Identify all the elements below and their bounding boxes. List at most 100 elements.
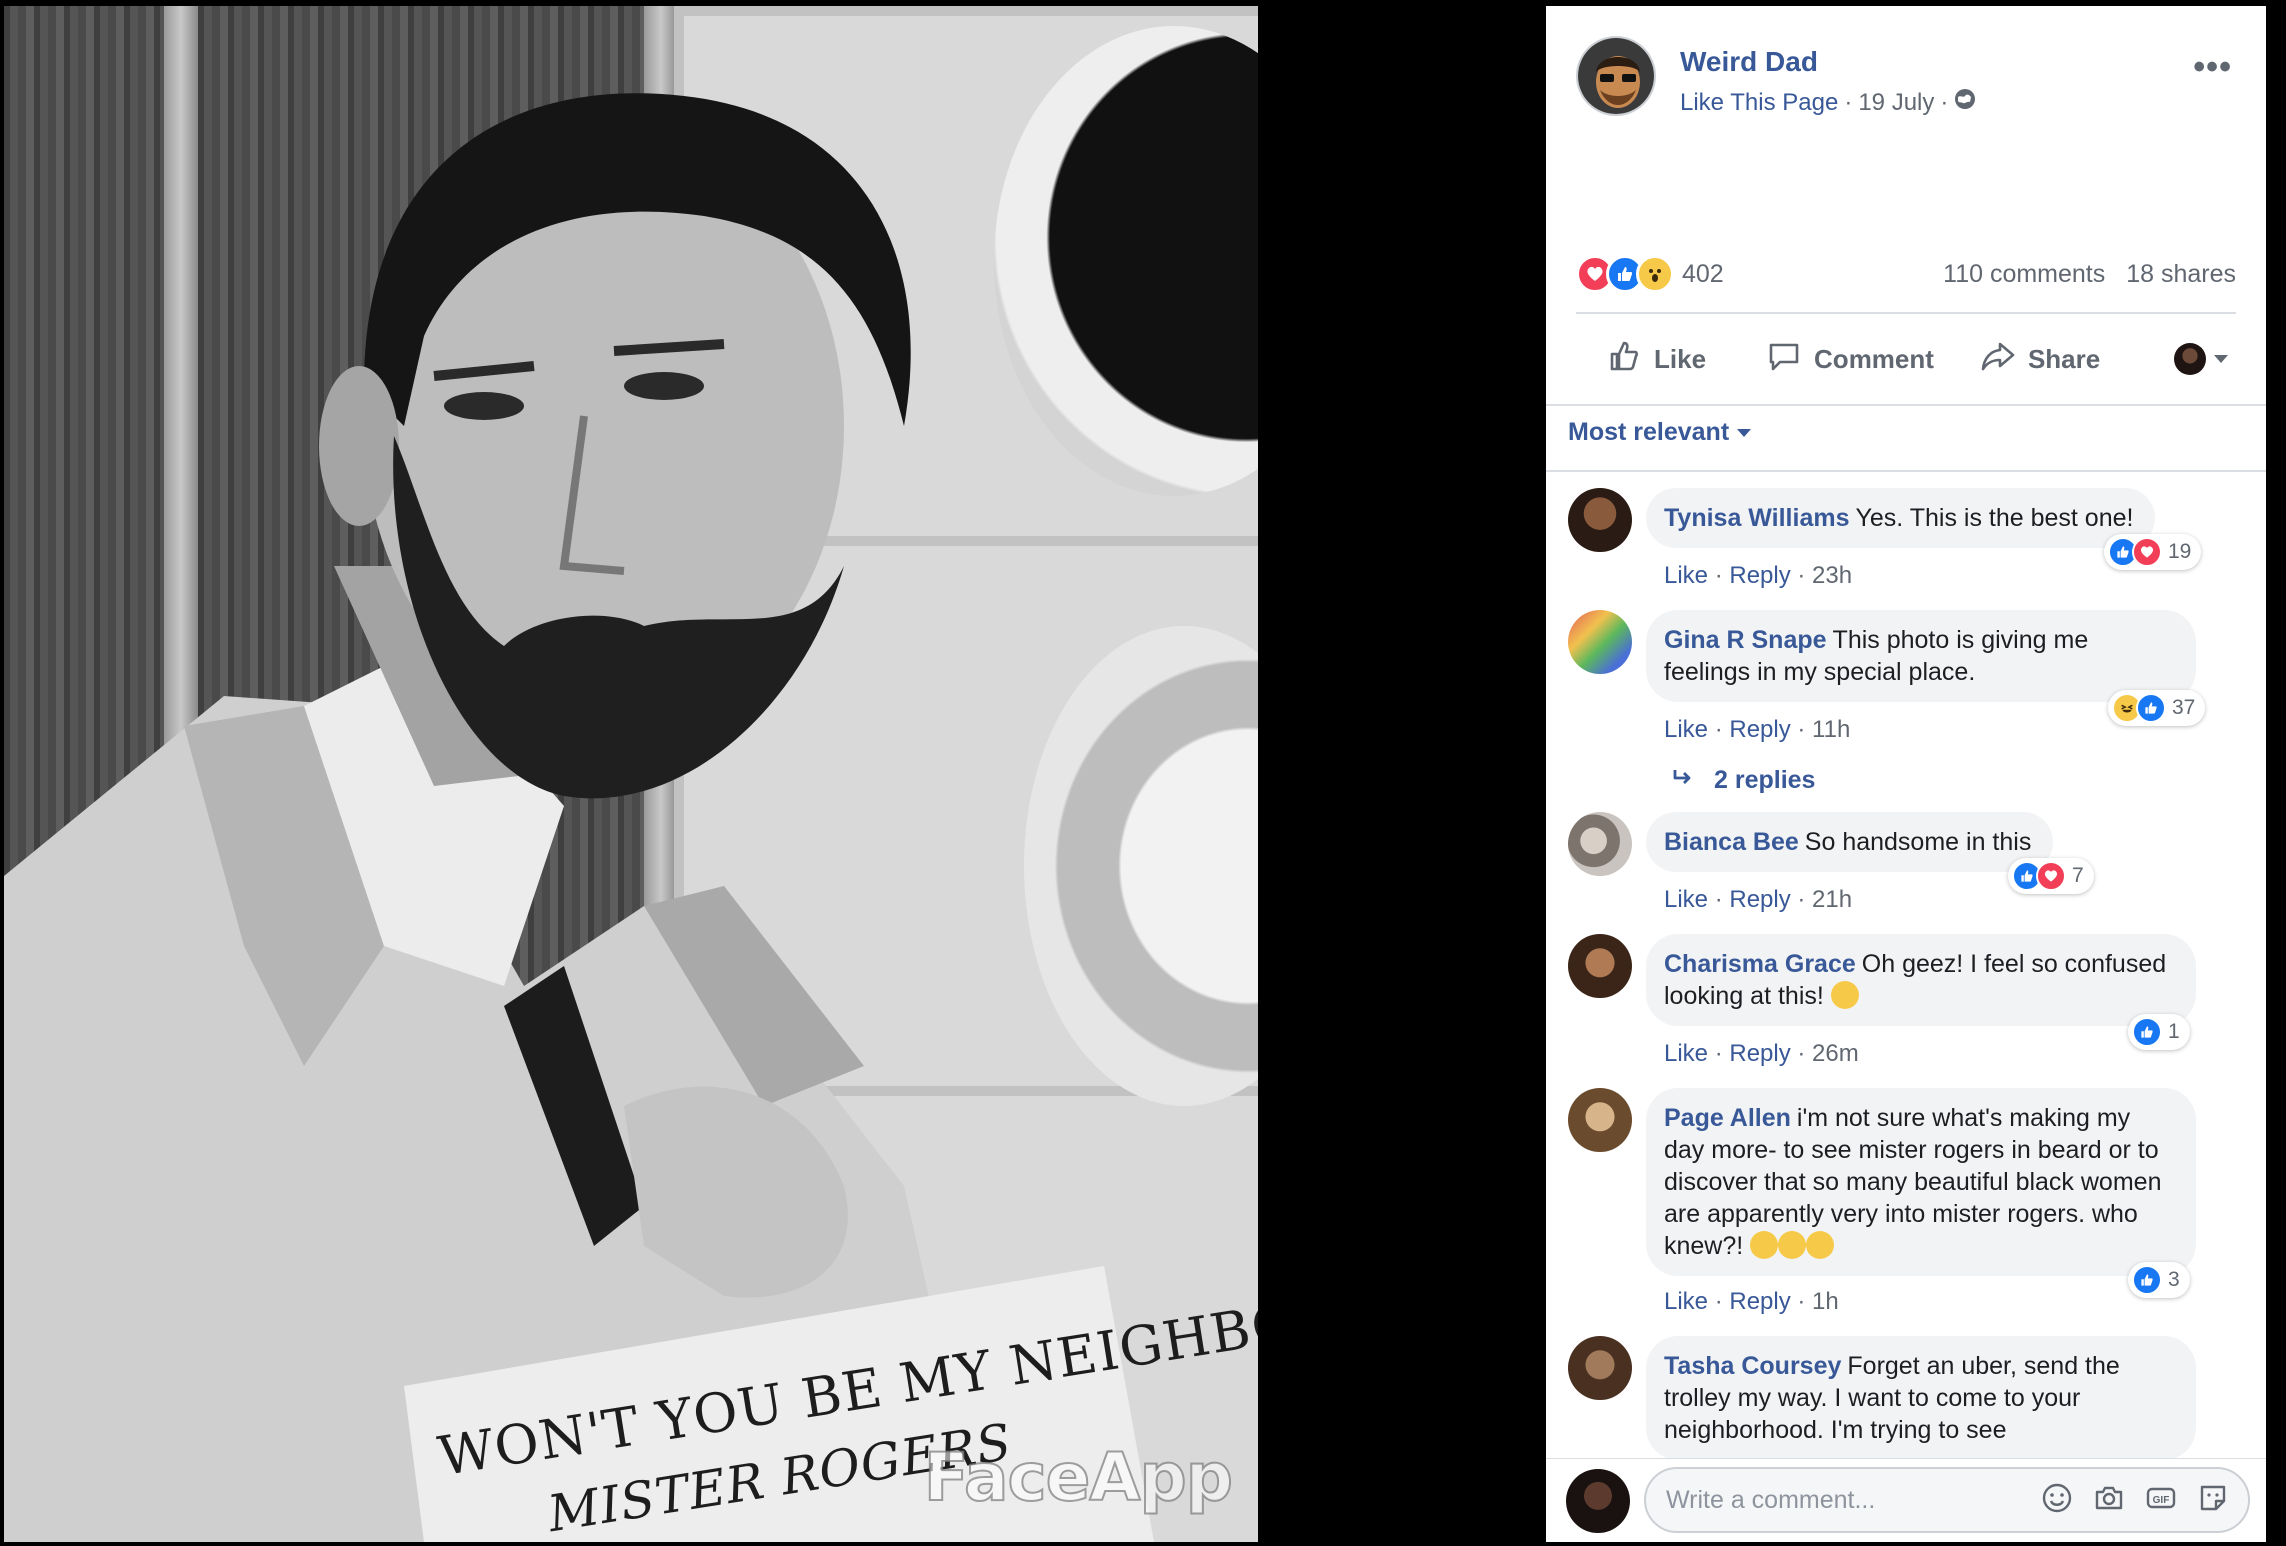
svg-text:GIF: GIF bbox=[2153, 1495, 2170, 1506]
post-meta: Like This Page · 19 July · bbox=[1680, 88, 1976, 117]
comment-bubble: Bianca Bee So handsome in this bbox=[1646, 812, 2054, 872]
like-icon bbox=[2132, 1017, 2162, 1047]
commenter-name[interactable]: Charisma Grace bbox=[1664, 950, 1856, 978]
comment-label: Comment bbox=[1814, 343, 1934, 374]
comment-time[interactable]: 23h bbox=[1812, 562, 1852, 589]
comment-time[interactable]: 11h bbox=[1812, 716, 1850, 743]
user-avatar bbox=[2174, 343, 2206, 375]
comment-composer: GIF bbox=[1546, 1458, 2266, 1542]
comment-reactions[interactable]: 19 bbox=[2104, 534, 2202, 570]
comment-meta: Like · Reply · 11h bbox=[1664, 716, 1851, 743]
reaction-count: 7 bbox=[2072, 864, 2084, 887]
laughing-emoji-icon bbox=[1750, 1231, 1779, 1259]
comment-button[interactable]: Comment bbox=[1766, 338, 1934, 381]
user-avatar[interactable] bbox=[1566, 1469, 1630, 1533]
like-icon bbox=[2132, 1265, 2162, 1295]
divider bbox=[1576, 312, 2236, 314]
comment-meta: Like · Reply · 26m bbox=[1664, 1040, 1859, 1067]
post-stats: 110 comments 18 shares bbox=[1943, 260, 2236, 289]
replies-label: 2 replies bbox=[1714, 766, 1816, 794]
comment-bubble: Page Allen i'm not sure what's making my … bbox=[1646, 1088, 2196, 1276]
reaction-count[interactable]: 402 bbox=[1682, 260, 1724, 289]
reaction-count: 19 bbox=[2168, 540, 2192, 563]
page-name[interactable]: Weird Dad bbox=[1680, 46, 1818, 78]
meta-separator: · bbox=[1844, 88, 1853, 116]
comment-text: Yes. This is the best one! bbox=[1855, 504, 2134, 532]
comment-like-link[interactable]: Like bbox=[1664, 1288, 1708, 1315]
comment-like-link[interactable]: Like bbox=[1664, 886, 1708, 913]
more-options-icon[interactable]: ••• bbox=[2193, 48, 2232, 87]
comment-time[interactable]: 26m bbox=[1812, 1040, 1859, 1067]
share-button[interactable]: Share bbox=[1980, 338, 2100, 381]
comment-reply-link[interactable]: Reply bbox=[1729, 886, 1790, 913]
commenter-name[interactable]: Bianca Bee bbox=[1664, 828, 1799, 856]
comment-like-link[interactable]: Like bbox=[1664, 1040, 1708, 1067]
reactions-summary: 402 110 comments 18 shares bbox=[1576, 252, 2236, 296]
wow-icon bbox=[1636, 255, 1674, 293]
reply-arrow-icon bbox=[1672, 766, 1696, 795]
comment-like-link[interactable]: Like bbox=[1664, 562, 1708, 589]
gif-icon[interactable]: GIF bbox=[2144, 1481, 2178, 1520]
share-count[interactable]: 18 shares bbox=[2126, 260, 2236, 288]
commenter-avatar[interactable] bbox=[1568, 934, 1632, 998]
comment-meta: Like · Reply · 21h bbox=[1664, 886, 1853, 913]
reaction-icons[interactable] bbox=[1576, 255, 1674, 293]
chevron-down-icon bbox=[2214, 355, 2228, 363]
comment-bubble: Charisma Grace Oh geez! I feel so confuse… bbox=[1646, 934, 2196, 1026]
post-date[interactable]: 19 July bbox=[1858, 89, 1934, 117]
divider bbox=[1546, 404, 2266, 406]
comment-input-wrapper[interactable]: GIF bbox=[1644, 1467, 2250, 1533]
comment-item: Tasha Coursey Forget an uber, send the tr… bbox=[1568, 1336, 2266, 1462]
comment-text: So handsome in this bbox=[1804, 828, 2032, 856]
commenter-avatar[interactable] bbox=[1568, 488, 1632, 552]
laughing-emoji-icon bbox=[1830, 981, 1859, 1009]
comment-reply-link[interactable]: Reply bbox=[1729, 1288, 1790, 1315]
comment-reactions[interactable]: 1 bbox=[2128, 1014, 2190, 1050]
comment-time[interactable]: 21h bbox=[1812, 886, 1852, 913]
comment-bubble: Gina R Snape This photo is giving me feel… bbox=[1646, 610, 2196, 702]
share-label: Share bbox=[2027, 343, 2101, 374]
comment-reactions[interactable]: 37 bbox=[2108, 690, 2206, 726]
comment-reactions[interactable]: 7 bbox=[2008, 858, 2094, 894]
post-photo[interactable]: WON'T YOU BE MY NEIGHBOR MISTER ROGERS F… bbox=[4, 6, 1258, 1542]
faceapp-watermark: FaceApp bbox=[923, 1438, 1234, 1517]
comment-sort-dropdown[interactable]: Most relevant bbox=[1568, 418, 1752, 447]
composer-tools: GIF bbox=[2040, 1481, 2230, 1520]
page-avatar[interactable] bbox=[1576, 36, 1656, 116]
like-page-link[interactable]: Like This Page bbox=[1680, 89, 1838, 117]
reaction-count: 37 bbox=[2172, 696, 2196, 719]
like-button[interactable]: Like bbox=[1606, 338, 1706, 381]
globe-icon bbox=[1954, 88, 1976, 117]
comment-meta: Like · Reply · 1h bbox=[1664, 1288, 1839, 1315]
comment-as-selector[interactable] bbox=[2174, 343, 2228, 375]
commenter-avatar[interactable] bbox=[1568, 1088, 1632, 1152]
comment-count[interactable]: 110 comments bbox=[1943, 260, 2105, 288]
commenter-name[interactable]: Gina R Snape bbox=[1664, 626, 1827, 654]
comment-meta: Like · Reply · 23h bbox=[1664, 562, 1853, 589]
commenter-avatar[interactable] bbox=[1568, 1336, 1632, 1400]
sort-label: Most relevant bbox=[1568, 418, 1730, 446]
comment-time[interactable]: 1h bbox=[1812, 1288, 1839, 1315]
post-actions: Like Comment Share bbox=[1576, 324, 2236, 394]
comment-reactions[interactable]: 3 bbox=[2128, 1262, 2190, 1298]
comment-reply-link[interactable]: Reply bbox=[1729, 1040, 1790, 1067]
comment-reply-link[interactable]: Reply bbox=[1729, 716, 1790, 743]
comment-reply-link[interactable]: Reply bbox=[1729, 562, 1790, 589]
comment-bubble: Tasha Coursey Forget an uber, send the tr… bbox=[1646, 1336, 2196, 1460]
commenter-avatar[interactable] bbox=[1568, 812, 1632, 876]
laughing-emoji-icon bbox=[1778, 1231, 1807, 1259]
emoji-icon[interactable] bbox=[2040, 1481, 2074, 1520]
chevron-down-icon bbox=[1737, 428, 1752, 437]
commenter-name[interactable]: Page Allen bbox=[1664, 1104, 1791, 1132]
reaction-count: 1 bbox=[2168, 1020, 2180, 1043]
meta-separator: · bbox=[1940, 88, 1949, 116]
commenter-avatar[interactable] bbox=[1568, 610, 1632, 674]
commenter-name[interactable]: Tynisa Williams bbox=[1664, 504, 1850, 532]
comment-input[interactable] bbox=[1666, 1485, 2006, 1515]
sticker-icon[interactable] bbox=[2196, 1481, 2230, 1520]
share-arrow-icon bbox=[1980, 338, 2016, 381]
commenter-name[interactable]: Tasha Coursey bbox=[1664, 1352, 1841, 1380]
comment-like-link[interactable]: Like bbox=[1664, 716, 1708, 743]
camera-icon[interactable] bbox=[2092, 1481, 2126, 1520]
view-replies-link[interactable]: 2 replies bbox=[1672, 766, 1815, 795]
